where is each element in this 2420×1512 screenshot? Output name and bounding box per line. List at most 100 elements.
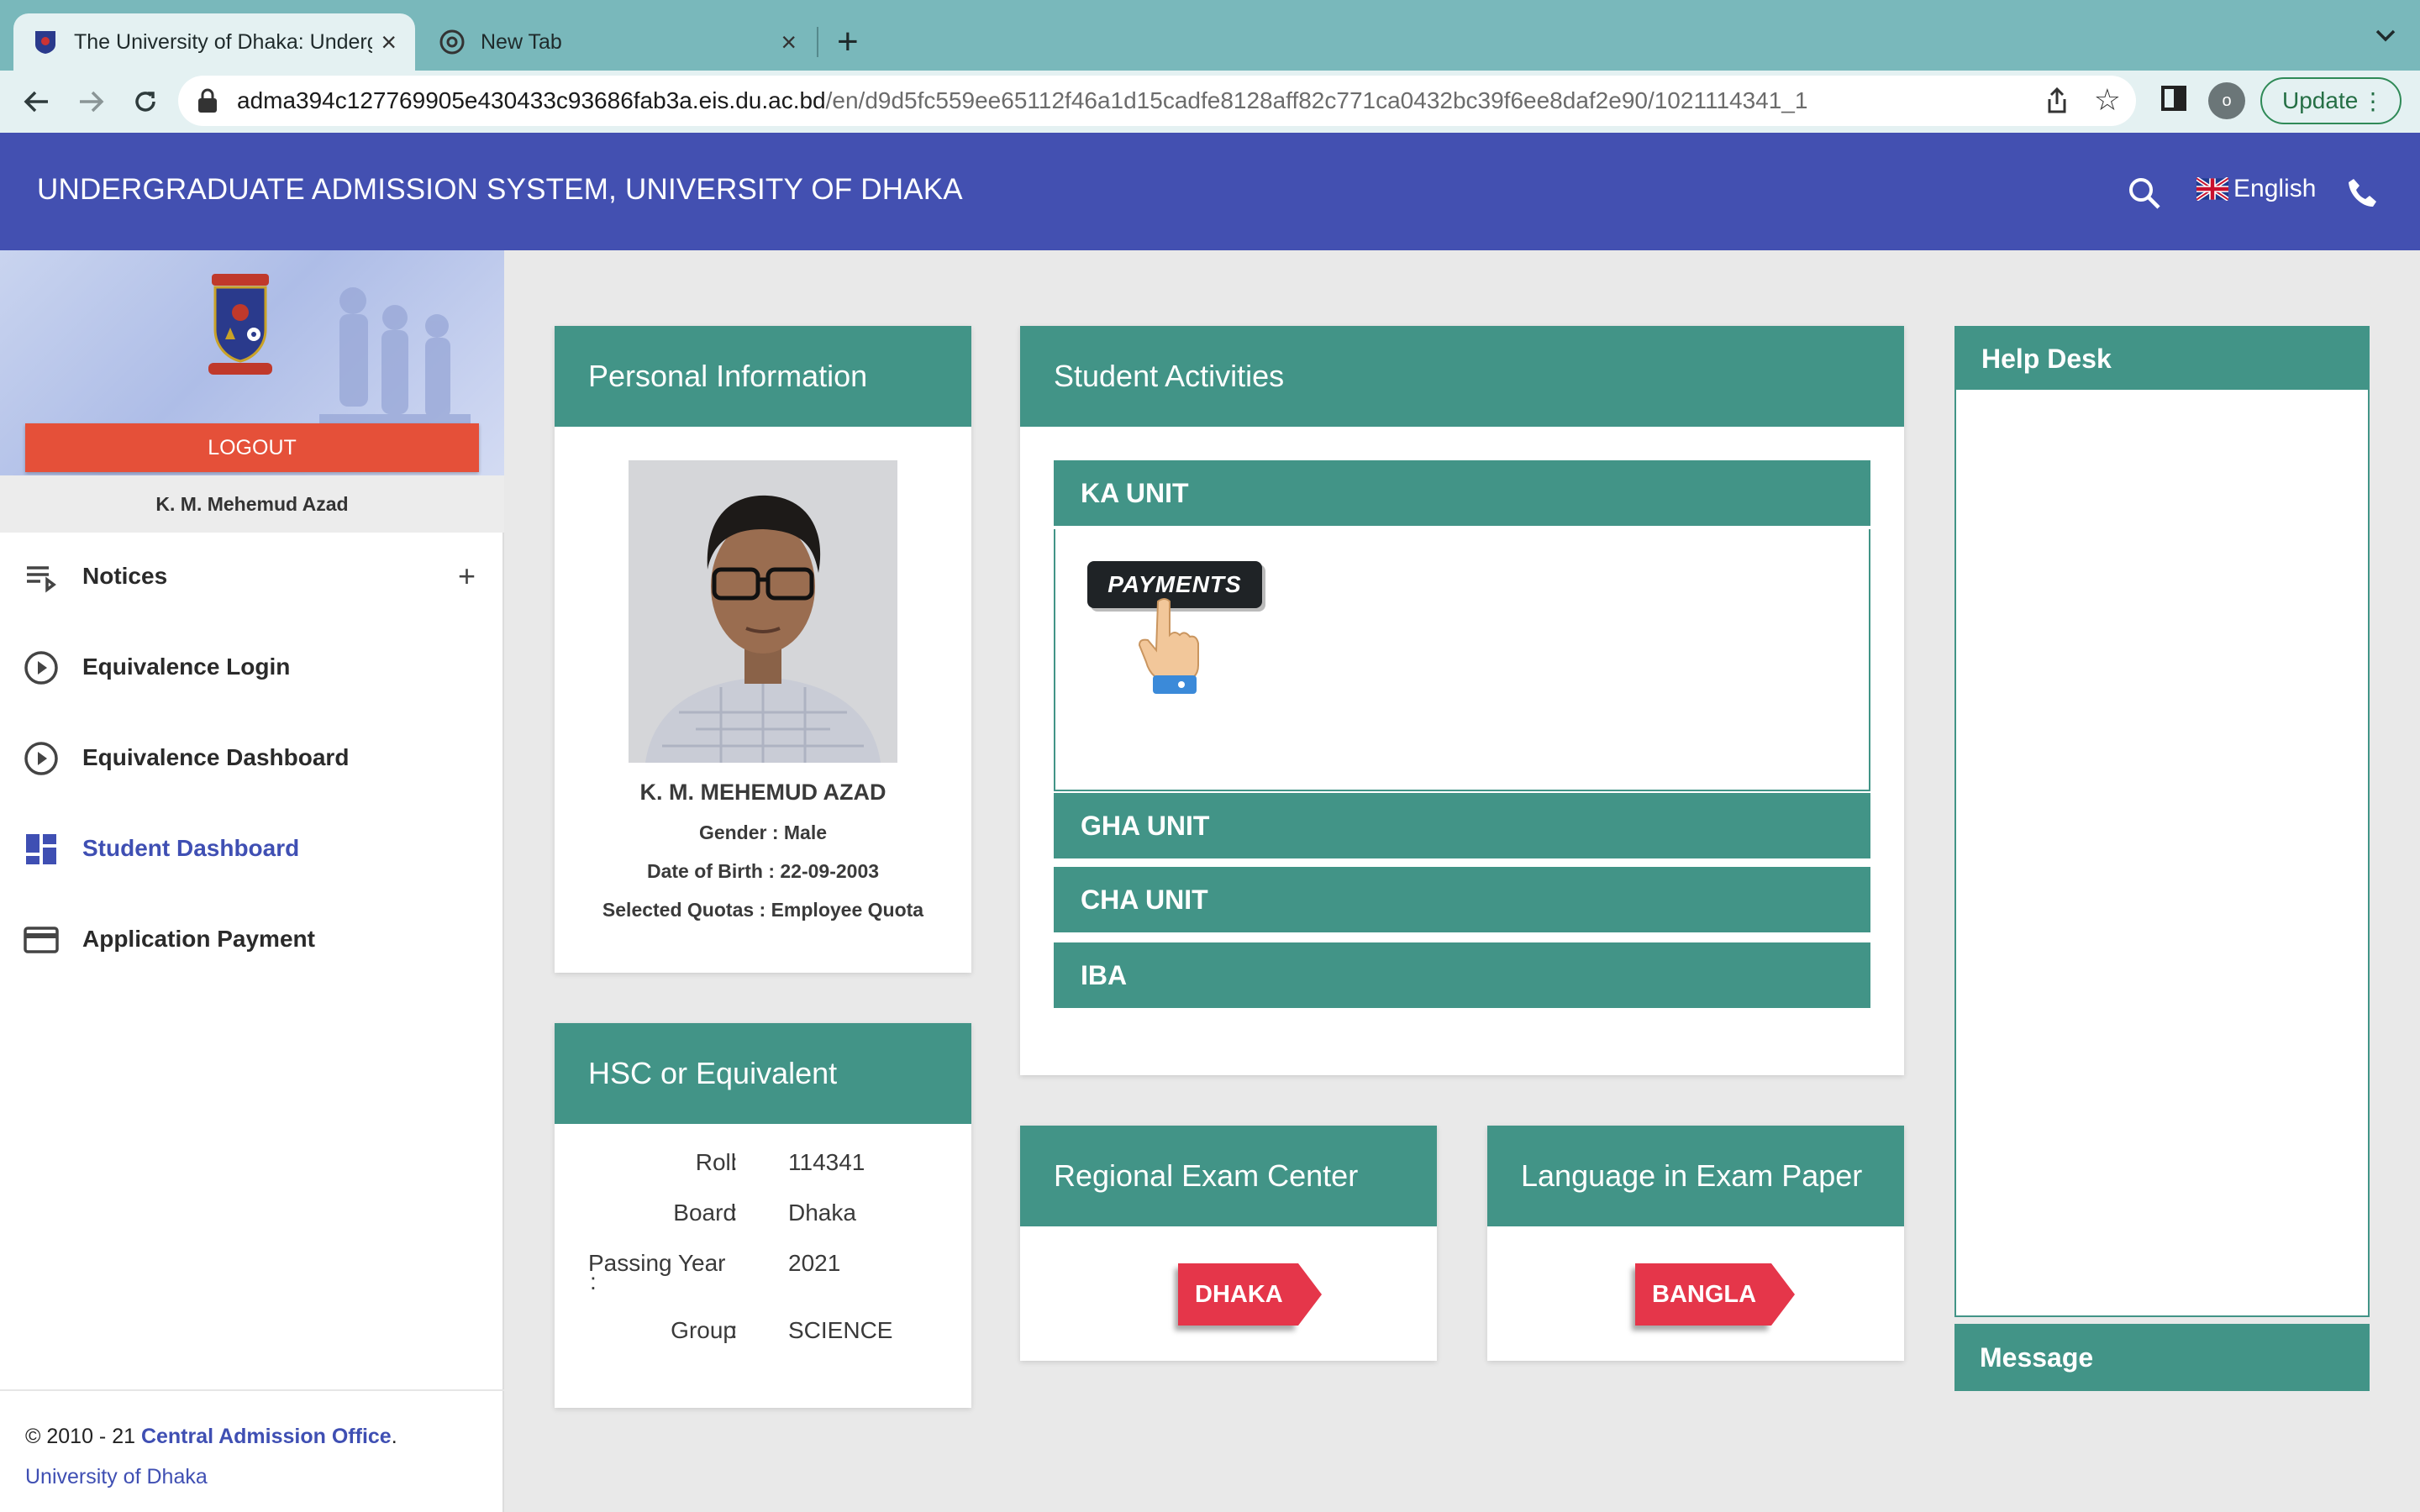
update-button[interactable]: Update ⋮ (2260, 77, 2402, 124)
back-arrow-icon[interactable] (13, 79, 59, 124)
message-button[interactable]: Message (1954, 1324, 2370, 1391)
hsc-colon: : (731, 1149, 738, 1175)
student-activities-card: Student Activities KA UNIT PAYMENTS GHA … (1020, 326, 1904, 1075)
hsc-label: Passing Year (588, 1250, 726, 1276)
url-host: adma394c127769905e430433c93686fab3a.eis.… (237, 87, 826, 113)
hsc-label: Roll (695, 1149, 736, 1175)
more-menu-icon[interactable]: ⋮ (2361, 87, 2385, 115)
hsc-label: Group (671, 1317, 736, 1343)
close-tab-icon[interactable]: × (781, 27, 797, 58)
sidebar-item-application-payment[interactable]: Application Payment (0, 897, 504, 981)
gender-text: Gender : Male (698, 822, 828, 843)
footer-period: . (391, 1425, 397, 1448)
tab-separator (817, 27, 818, 57)
lock-icon (197, 87, 222, 114)
student-name: K. M. MEHEMUD AZAD (639, 780, 886, 805)
university-crest-logo (208, 274, 272, 375)
sidebar-item-label: Student Dashboard (82, 835, 300, 861)
side-panel-icon[interactable] (2161, 86, 2186, 111)
copyright-text: © 2010 - 21 (25, 1425, 141, 1448)
exam-language-value: BANGLA (1635, 1263, 1772, 1326)
page-title: UNDERGRADUATE ADMISSION SYSTEM, UNIVERSI… (37, 173, 963, 206)
tag-arrow (1771, 1263, 1796, 1326)
list-icon (27, 566, 56, 593)
user-name: K. M. Mehemud Azad (0, 475, 504, 533)
sidebar-item-label: Notices (82, 563, 168, 589)
language-in-exam-paper-card: Language in Exam Paper BANGLA (1487, 1126, 1904, 1361)
chevron-down-icon[interactable] (2375, 22, 2396, 50)
sidebar-item-label: Equivalence Login (82, 654, 291, 680)
personal-information-heading: Personal Information (555, 326, 971, 427)
hsc-label: Board (673, 1200, 736, 1226)
chrome-icon (439, 29, 466, 55)
sidebar-footer: © 2010 - 21 Central Admission Office. Un… (0, 1389, 504, 1512)
tab-title: The University of Dhaka: Undergraduate A… (74, 29, 373, 54)
pointing-hand-icon (1138, 598, 1199, 694)
app-header: UNDERGRADUATE ADMISSION SYSTEM, UNIVERSI… (0, 133, 2420, 250)
tab-university-of-dhaka[interactable]: The University of Dhaka: Undergraduate A… (13, 13, 415, 71)
hsc-colon: : (731, 1317, 738, 1343)
exam-center-tag: DHAKA (1178, 1263, 1322, 1326)
hsc-heading: HSC or Equivalent (555, 1023, 971, 1124)
language-in-exam-paper-heading: Language in Exam Paper (1487, 1126, 1904, 1226)
university-favicon-icon (32, 29, 59, 55)
central-admission-office-link[interactable]: Central Admission Office (141, 1425, 392, 1448)
exam-center-value: DHAKA (1178, 1263, 1298, 1326)
sidebar-item-equivalence-login[interactable]: Equivalence Login (0, 625, 504, 709)
uk-flag-icon (2196, 177, 2228, 201)
address-bar[interactable]: adma394c127769905e430433c93686fab3a.eis.… (178, 76, 2136, 126)
tab-new-tab[interactable]: New Tab × (420, 13, 815, 71)
date-of-birth-text: Date of Birth : 22-09-2003 (646, 860, 880, 882)
new-tab-icon[interactable]: + (837, 18, 859, 66)
language-label: English (2233, 175, 2317, 202)
exam-language-tag: BANGLA (1635, 1263, 1796, 1326)
hsc-colon: : (590, 1268, 597, 1294)
credit-card-icon (24, 927, 59, 953)
url-path: /en/d9d5fc559ee65112f46a1d15cadfe8128aff… (825, 87, 1808, 113)
dashboard-icon (26, 834, 56, 864)
unit-ka-header[interactable]: KA UNIT (1054, 460, 1870, 526)
browser-toolbar: adma394c127769905e430433c93686fab3a.eis.… (0, 71, 2420, 133)
close-tab-icon[interactable]: × (381, 27, 397, 58)
profile-avatar[interactable]: o (2208, 82, 2245, 119)
hsc-colon: : (731, 1200, 738, 1226)
share-icon[interactable] (2045, 87, 2069, 120)
sidebar: LOGOUT K. M. Mehemud Azad Notices + Equi… (0, 250, 504, 1512)
sidebar-item-equivalence-dashboard[interactable]: Equivalence Dashboard (0, 716, 504, 800)
hsc-value: 114341 (788, 1149, 865, 1175)
forward-arrow-icon[interactable] (69, 79, 114, 124)
unit-iba-header[interactable]: IBA (1054, 942, 1870, 1008)
help-desk-heading: Help Desk (1956, 328, 2368, 390)
language-selector[interactable]: English (2196, 175, 2316, 203)
sidebar-item-label: Equivalence Dashboard (82, 744, 350, 770)
reload-icon[interactable] (123, 79, 168, 124)
personal-information-card: Personal Information K. M. MEHEMUD AZAD … (555, 326, 971, 973)
logout-button[interactable]: LOGOUT (25, 423, 479, 472)
sidebar-item-label: Application Payment (82, 926, 315, 952)
browser-tab-bar: The University of Dhaka: Undergraduate A… (0, 0, 2420, 71)
regional-exam-center-heading: Regional Exam Center (1020, 1126, 1437, 1226)
unit-ka-panel: PAYMENTS (1054, 529, 1870, 791)
update-label: Update (2282, 87, 2359, 113)
unit-cha-header[interactable]: CHA UNIT (1054, 867, 1870, 932)
unit-gha-header[interactable]: GHA UNIT (1054, 793, 1870, 858)
bookmark-star-icon[interactable]: ☆ (2094, 82, 2121, 118)
hsc-value: 2021 (788, 1250, 841, 1276)
search-icon[interactable] (2128, 176, 2161, 214)
student-activities-heading: Student Activities (1020, 326, 1904, 427)
help-desk-panel: Help Desk (1954, 326, 2370, 1317)
expand-plus-icon[interactable]: + (458, 559, 476, 594)
university-link[interactable]: University of Dhaka (25, 1457, 504, 1497)
hsc-card: HSC or Equivalent Roll : 114341 Board : … (555, 1023, 971, 1408)
play-circle-icon (24, 742, 58, 775)
phone-icon[interactable] (2346, 176, 2380, 214)
tab-title: New Tab (481, 29, 562, 54)
selected-quotas-text: Selected Quotas : Employee Quota (602, 899, 924, 921)
student-photo (629, 460, 897, 763)
hsc-value: SCIENCE (788, 1317, 893, 1343)
hsc-value: Dhaka (788, 1200, 856, 1226)
sidebar-banner: LOGOUT (0, 250, 504, 475)
tag-arrow (1297, 1263, 1322, 1326)
sidebar-item-notices[interactable]: Notices + (0, 534, 504, 618)
sidebar-item-student-dashboard[interactable]: Student Dashboard (0, 806, 504, 890)
